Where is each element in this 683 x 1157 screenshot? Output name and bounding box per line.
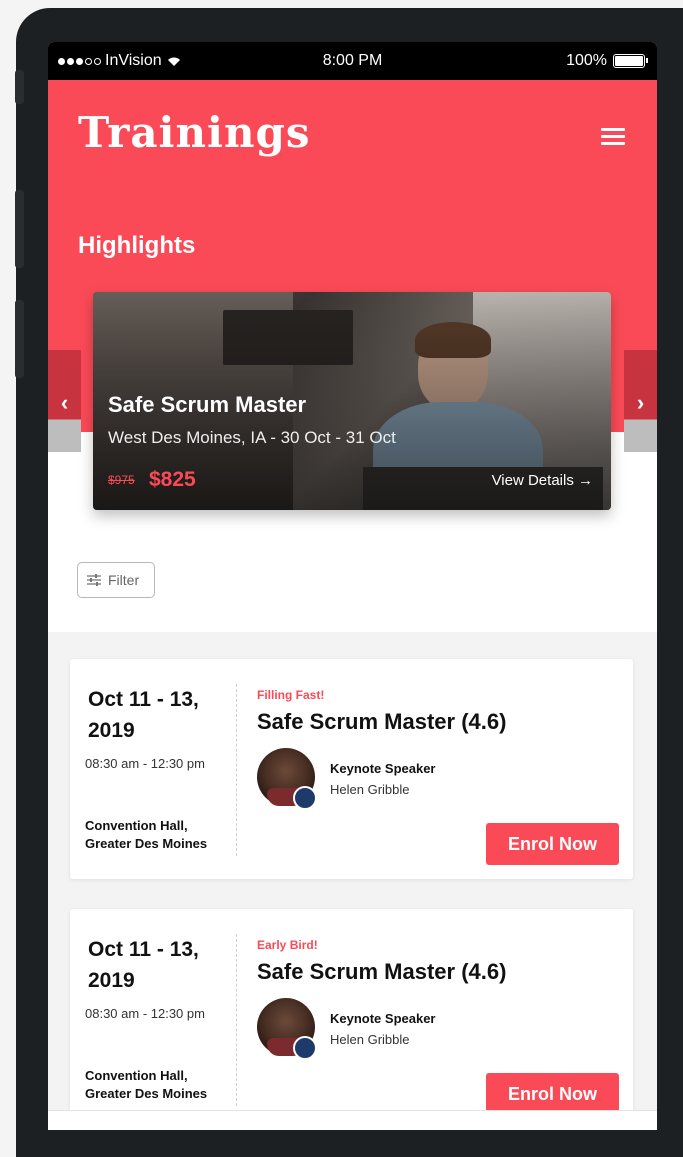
sliders-icon	[87, 574, 101, 586]
highlights-heading: Highlights	[78, 232, 196, 259]
venue-line-1: Convention Hall,	[85, 1068, 188, 1083]
event-title: Safe Scrum Master (4.6)	[257, 709, 507, 734]
event-title: Safe Scrum Master (4.6)	[257, 959, 507, 984]
status-bar: InVision 8:00 PM 100%	[48, 42, 657, 80]
event-time: 08:30 am - 12:30 pm	[85, 1006, 205, 1021]
dashed-divider	[236, 934, 237, 1106]
speaker-name: Helen Gribble	[330, 782, 410, 797]
event-venue: Convention Hall, Greater Des Moines	[85, 817, 207, 853]
events-list: Oct 11 - 13, 2019 08:30 am - 12:30 pm Co…	[48, 632, 657, 1130]
event-card: Oct 11 - 13, 2019 08:30 am - 12:30 pm Co…	[70, 659, 633, 879]
enrol-now-button[interactable]: Enrol Now	[486, 823, 619, 865]
enrol-now-button[interactable]: Enrol Now	[486, 1073, 619, 1115]
speaker-role: Keynote Speaker	[330, 761, 436, 776]
event-card: Oct 11 - 13, 2019 08:30 am - 12:30 pm Co…	[70, 909, 633, 1129]
battery-percent: 100%	[566, 52, 607, 69]
battery-status: 100%	[566, 52, 648, 70]
speaker-role: Keynote Speaker	[330, 1011, 436, 1026]
discount-price: $825	[149, 468, 196, 491]
original-price: $975	[108, 473, 135, 487]
highlight-title: Safe Scrum Master	[108, 392, 307, 417]
chevron-left-icon: ‹	[60, 390, 69, 415]
venue-line-2: Greater Des Moines	[85, 1086, 208, 1101]
certification-badge-icon	[293, 786, 317, 810]
event-time: 08:30 am - 12:30 pm	[85, 756, 205, 771]
venue-line-1: Convention Hall,	[85, 818, 188, 833]
filter-button[interactable]: Filter	[77, 562, 155, 598]
page-title: Trainings	[78, 108, 311, 157]
battery-icon	[613, 54, 648, 68]
event-status-tag: Early Bird!	[257, 938, 318, 952]
app-screen: InVision 8:00 PM 100% Trainings Highligh…	[48, 42, 657, 1130]
highlight-card[interactable]: Safe Scrum Master West Des Moines, IA - …	[93, 292, 611, 510]
carousel-prev-button[interactable]: ‹	[48, 350, 81, 452]
volume-up-button	[15, 190, 24, 268]
filter-label: Filter	[108, 572, 140, 588]
event-venue: Convention Hall, Greater Des Moines	[85, 1067, 207, 1103]
venue-line-2: Greater Des Moines	[85, 836, 208, 851]
volume-down-button	[15, 300, 24, 378]
chevron-right-icon: ›	[636, 390, 645, 415]
menu-icon[interactable]	[601, 128, 625, 146]
dashed-divider	[236, 684, 237, 856]
carousel-next-button[interactable]: ›	[624, 350, 657, 452]
bottom-edge	[48, 1110, 657, 1130]
certification-badge-icon	[293, 1036, 317, 1060]
speaker-name: Helen Gribble	[330, 1032, 410, 1047]
view-details-link[interactable]: View Details →	[492, 472, 593, 489]
mute-switch	[15, 70, 24, 104]
event-date: Oct 11 - 13, 2019	[88, 938, 199, 992]
event-date: Oct 11 - 13, 2019	[88, 688, 199, 742]
event-status-tag: Filling Fast!	[257, 688, 325, 702]
highlight-location-dates: West Des Moines, IA - 30 Oct - 31 Oct	[108, 428, 396, 447]
